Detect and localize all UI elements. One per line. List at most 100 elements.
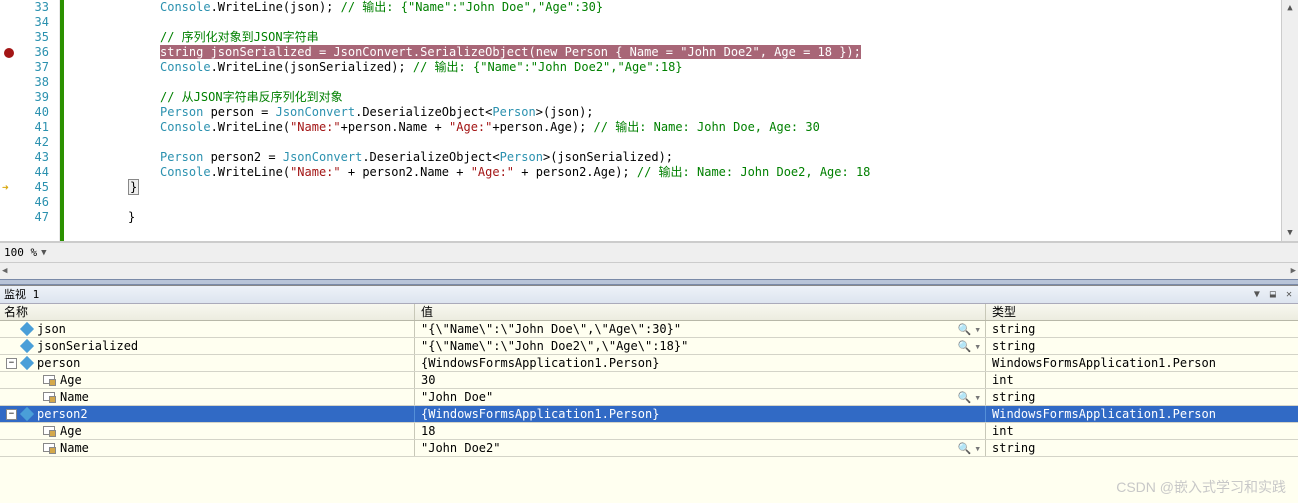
line-number: 35 bbox=[0, 30, 59, 45]
zoom-level[interactable]: 100 % bbox=[4, 246, 37, 259]
zoom-bar: 100 % ▼ bbox=[0, 242, 1298, 262]
watch-value-text: 18 bbox=[421, 423, 435, 439]
expand-spacer bbox=[6, 324, 17, 335]
watch-row[interactable]: Name"John Doe"🔍▾string bbox=[0, 389, 1298, 406]
watch-name-cell[interactable]: json bbox=[0, 321, 415, 337]
panel-controls[interactable]: ▼ ⬓ ✕ bbox=[1254, 286, 1294, 303]
watch-name-cell[interactable]: Name bbox=[0, 389, 415, 405]
expand-spacer bbox=[27, 426, 38, 437]
watch-row[interactable]: Age 30int bbox=[0, 372, 1298, 389]
watch-type-cell: string bbox=[986, 338, 1298, 354]
code-line[interactable]: Console.WriteLine("Name:" + person2.Name… bbox=[64, 165, 1281, 180]
watch-var-name: Age bbox=[60, 372, 82, 388]
code-line[interactable] bbox=[64, 195, 1281, 210]
watch-name-cell[interactable]: Age bbox=[0, 372, 415, 388]
magnifier-icon[interactable]: 🔍 bbox=[958, 321, 972, 337]
watch-value-text: {WindowsFormsApplication1.Person} bbox=[421, 355, 659, 371]
watch-row[interactable]: −person2{WindowsFormsApplication1.Person… bbox=[0, 406, 1298, 423]
value-visualizer-controls[interactable]: 🔍▾ bbox=[958, 338, 985, 354]
code-editor[interactable]: 33343536373839404142434445➜4647 Console.… bbox=[0, 0, 1298, 242]
value-visualizer-controls[interactable]: 🔍▾ bbox=[958, 321, 985, 337]
line-number: 42 bbox=[0, 135, 59, 150]
watch-header-type[interactable]: 类型 bbox=[986, 304, 1298, 320]
watch-header-name[interactable]: 名称 bbox=[0, 304, 415, 320]
code-line[interactable]: } bbox=[64, 210, 1281, 225]
watch-value-cell[interactable]: "John Doe" 🔍▾ bbox=[415, 389, 986, 405]
watch-header-value[interactable]: 值 bbox=[415, 304, 986, 320]
watch-row[interactable]: jsonSerialized "{\"Name\":\"John Doe2\",\… bbox=[0, 338, 1298, 355]
watch-row[interactable]: json"{\"Name\":\"John Doe\",\"Age\":30}"… bbox=[0, 321, 1298, 338]
watch-type-cell: int bbox=[986, 423, 1298, 439]
watch-row[interactable]: Name"John Doe2"🔍▾string bbox=[0, 440, 1298, 457]
scroll-right-icon[interactable]: ▶ bbox=[1291, 266, 1296, 276]
dropdown-icon[interactable]: ▾ bbox=[974, 389, 981, 405]
watch-type-cell: WindowsFormsApplication1.Person bbox=[986, 355, 1298, 371]
watch-value-cell[interactable]: "{\"Name\":\"John Doe2\",\"Age\":18}"🔍▾ bbox=[415, 338, 986, 354]
magnifier-icon[interactable]: 🔍 bbox=[958, 440, 972, 456]
watch-value-text: "John Doe" bbox=[421, 389, 493, 405]
code-line[interactable]: Console.WriteLine("Name:"+person.Name + … bbox=[64, 120, 1281, 135]
watch-value-cell[interactable]: "{\"Name\":\"John Doe\",\"Age\":30}" 🔍▾ bbox=[415, 321, 986, 337]
line-number: 39 bbox=[0, 90, 59, 105]
code-line[interactable] bbox=[64, 75, 1281, 90]
value-visualizer-controls[interactable]: 🔍▾ bbox=[958, 389, 985, 405]
code-line[interactable]: // 序列化对象到JSON字符串 bbox=[64, 30, 1281, 45]
watch-row[interactable]: −person {WindowsFormsApplication1.Person}… bbox=[0, 355, 1298, 372]
zoom-dropdown-icon[interactable]: ▼ bbox=[41, 248, 46, 258]
variable-icon bbox=[20, 356, 34, 370]
dropdown-icon[interactable]: ▾ bbox=[974, 440, 981, 456]
breakpoint-icon[interactable] bbox=[4, 48, 14, 58]
code-line[interactable]: Console.WriteLine(jsonSerialized); // 输出… bbox=[64, 60, 1281, 75]
magnifier-icon[interactable]: 🔍 bbox=[958, 389, 972, 405]
dropdown-icon[interactable]: ▾ bbox=[974, 338, 981, 354]
expand-spacer bbox=[27, 375, 38, 386]
watch-name-cell[interactable]: Name bbox=[0, 440, 415, 456]
dropdown-icon[interactable]: ▾ bbox=[974, 321, 981, 337]
code-line[interactable]: } bbox=[64, 180, 1281, 195]
collapse-icon[interactable]: − bbox=[6, 358, 17, 369]
watch-value-cell[interactable]: {WindowsFormsApplication1.Person} bbox=[415, 406, 986, 422]
property-icon bbox=[43, 443, 55, 453]
watch-type-cell: string bbox=[986, 321, 1298, 337]
watch-value-cell[interactable]: "John Doe2" 🔍▾ bbox=[415, 440, 986, 456]
watch-value-cell[interactable]: 18 bbox=[415, 423, 986, 439]
magnifier-icon[interactable]: 🔍 bbox=[958, 338, 972, 354]
watch-name-cell[interactable]: −person bbox=[0, 355, 415, 371]
code-content[interactable]: Console.WriteLine(json); // 输出: {"Name":… bbox=[60, 0, 1281, 241]
code-line[interactable]: Console.WriteLine(json); // 输出: {"Name":… bbox=[64, 0, 1281, 15]
watch-body: json"{\"Name\":\"John Doe\",\"Age\":30}"… bbox=[0, 321, 1298, 457]
watch-value-cell[interactable]: 30 bbox=[415, 372, 986, 388]
line-number: 41 bbox=[0, 120, 59, 135]
watch-name-cell[interactable]: −person2 bbox=[0, 406, 415, 422]
line-number: 37 bbox=[0, 60, 59, 75]
code-line[interactable] bbox=[64, 15, 1281, 30]
scroll-up-icon[interactable]: ▲ bbox=[1287, 0, 1292, 16]
expand-spacer bbox=[27, 392, 38, 403]
scroll-left-icon[interactable]: ◀ bbox=[2, 266, 7, 276]
vertical-scrollbar[interactable]: ▲ ▼ bbox=[1281, 0, 1298, 241]
watch-value-text: "{\"Name\":\"John Doe\",\"Age\":30}" bbox=[421, 321, 681, 337]
collapse-icon[interactable]: − bbox=[6, 409, 17, 420]
watch-type-cell: string bbox=[986, 389, 1298, 405]
code-line[interactable] bbox=[64, 135, 1281, 150]
expand-spacer bbox=[6, 341, 17, 352]
scroll-down-icon[interactable]: ▼ bbox=[1287, 225, 1292, 241]
value-visualizer-controls[interactable]: 🔍▾ bbox=[958, 440, 985, 456]
horizontal-scrollbar[interactable]: ◀ ▶ bbox=[0, 262, 1298, 279]
watch-value-cell[interactable]: {WindowsFormsApplication1.Person} bbox=[415, 355, 986, 371]
property-icon bbox=[43, 426, 55, 436]
code-line[interactable]: Person person = JsonConvert.DeserializeO… bbox=[64, 105, 1281, 120]
watch-type-cell: int bbox=[986, 372, 1298, 388]
watch-var-name: jsonSerialized bbox=[37, 338, 138, 354]
line-number: 43 bbox=[0, 150, 59, 165]
code-line[interactable]: string jsonSerialized = JsonConvert.Seri… bbox=[64, 45, 1281, 60]
watch-var-name: Age bbox=[60, 423, 82, 439]
watch-name-cell[interactable]: Age bbox=[0, 423, 415, 439]
variable-icon bbox=[20, 407, 34, 421]
watch-row[interactable]: Age 18 int bbox=[0, 423, 1298, 440]
watch-name-cell[interactable]: jsonSerialized bbox=[0, 338, 415, 354]
variable-icon bbox=[20, 339, 34, 353]
code-line[interactable]: Person person2 = JsonConvert.Deserialize… bbox=[64, 150, 1281, 165]
code-line[interactable]: // 从JSON字符串反序列化到对象 bbox=[64, 90, 1281, 105]
watch-value-text: "John Doe2" bbox=[421, 440, 500, 456]
